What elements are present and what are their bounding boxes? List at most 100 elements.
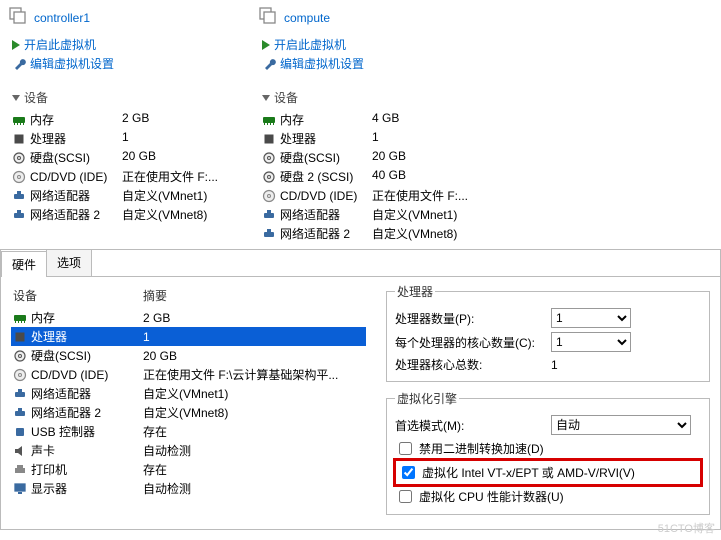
device-label: 网络适配器 2 xyxy=(30,206,100,223)
device-row: 硬盘(SCSI) 20 GB xyxy=(8,148,242,167)
device-label: 内存 xyxy=(30,111,54,128)
device-row: 处理器 1 xyxy=(258,129,492,148)
i-net-icon xyxy=(13,406,27,420)
i-cd-icon xyxy=(13,368,27,382)
power-on-label: 开启此虚拟机 xyxy=(274,36,346,53)
edit-settings-link[interactable]: 编辑虚拟机设置 xyxy=(262,54,492,73)
hw-label: 硬盘(SCSI) xyxy=(31,347,91,364)
device-label: 硬盘(SCSI) xyxy=(280,149,340,166)
hw-row[interactable]: 内存 2 GB xyxy=(11,308,366,327)
play-icon xyxy=(12,40,20,50)
hw-label: 处理器 xyxy=(31,328,67,345)
pref-mode-select[interactable]: 自动 xyxy=(551,415,691,435)
disable-binary-label: 禁用二进制转换加速(D) xyxy=(419,440,544,457)
hw-value: 自动检测 xyxy=(143,480,364,497)
hw-value: 自动检测 xyxy=(143,442,364,459)
total-value: 1 xyxy=(551,358,591,372)
virtualize-vt-label: 虚拟化 Intel VT-x/EPT 或 AMD-V/RVI(V) xyxy=(422,464,635,481)
i-wrench-icon xyxy=(262,57,276,71)
device-section-header[interactable]: 设备 xyxy=(12,89,242,106)
device-row: 网络适配器 自定义(VMnet1) xyxy=(258,205,492,224)
hw-row[interactable]: 处理器 1 xyxy=(11,327,366,346)
vm-stack-icon xyxy=(258,6,278,29)
hw-label: 显示器 xyxy=(31,480,67,497)
edit-settings-link[interactable]: 编辑虚拟机设置 xyxy=(12,54,242,73)
play-icon xyxy=(262,40,270,50)
tab-hardware[interactable]: 硬件 xyxy=(1,251,47,277)
hw-row[interactable]: 网络适配器 自定义(VMnet1) xyxy=(11,384,366,403)
hw-row[interactable]: 硬盘(SCSI) 20 GB xyxy=(11,346,366,365)
device-row: 硬盘(SCSI) 20 GB xyxy=(258,148,492,167)
tab-options[interactable]: 选项 xyxy=(46,250,92,276)
virt-legend: 虚拟化引擎 xyxy=(395,390,459,407)
cpu-settings-pane: 处理器 处理器数量(P): 1 每个处理器的核心数量(C): 1 处理器核心总数… xyxy=(376,277,720,529)
device-label: 网络适配器 2 xyxy=(280,225,350,242)
i-net-icon xyxy=(12,189,26,203)
hw-label: 声卡 xyxy=(31,442,55,459)
hw-label: 网络适配器 xyxy=(31,385,91,402)
vm-card: controller1 开启此虚拟机 编辑虚拟机设置 设备 内存 2 GB 处理… xyxy=(0,4,250,243)
total-label: 处理器核心总数: xyxy=(395,356,545,373)
i-cpu-icon xyxy=(12,132,26,146)
device-value: 4 GB xyxy=(372,111,488,128)
hw-label: 网络适配器 2 xyxy=(31,404,101,421)
hw-row[interactable]: USB 控制器 存在 xyxy=(11,422,366,441)
hw-value: 自定义(VMnet8) xyxy=(143,404,364,421)
virt-engine-group: 虚拟化引擎 首选模式(M): 自动 禁用二进制转换加速(D) 虚拟化 Intel… xyxy=(386,390,710,515)
hw-row[interactable]: 显示器 自动检测 xyxy=(11,479,366,498)
device-value: 自定义(VMnet1) xyxy=(372,206,488,223)
virtualize-vt-checkbox[interactable] xyxy=(402,466,415,479)
cpu-counter-checkbox[interactable] xyxy=(399,490,412,503)
device-label: 硬盘(SCSI) xyxy=(30,149,90,166)
device-value: 2 GB xyxy=(122,111,238,128)
col-device: 设备 xyxy=(13,287,143,304)
hw-row[interactable]: CD/DVD (IDE) 正在使用文件 F:\云计算基础架构平... xyxy=(11,365,366,384)
i-cd-icon xyxy=(12,170,26,184)
device-section-header[interactable]: 设备 xyxy=(262,89,492,106)
device-label: 处理器 xyxy=(30,130,66,147)
i-net-icon xyxy=(262,208,276,222)
hw-row[interactable]: 声卡 自动检测 xyxy=(11,441,366,460)
edit-settings-label: 编辑虚拟机设置 xyxy=(280,55,364,72)
pref-mode-label: 首选模式(M): xyxy=(395,417,545,434)
vm-title[interactable]: compute xyxy=(258,4,492,35)
hw-row[interactable]: 网络适配器 2 自定义(VMnet8) xyxy=(11,403,366,422)
device-value: 自定义(VMnet8) xyxy=(372,225,488,242)
hw-row[interactable]: 打印机 存在 xyxy=(11,460,366,479)
i-net-icon xyxy=(13,387,27,401)
i-net-icon xyxy=(12,208,26,222)
device-label: 内存 xyxy=(280,111,304,128)
device-value: 正在使用文件 F:... xyxy=(122,168,238,185)
device-row: 网络适配器 自定义(VMnet1) xyxy=(8,186,242,205)
vm-stack-icon xyxy=(8,6,28,29)
i-cpu-icon xyxy=(262,132,276,146)
vm-name: compute xyxy=(284,11,330,25)
cores-select[interactable]: 1 xyxy=(551,332,631,352)
power-on-link[interactable]: 开启此虚拟机 xyxy=(262,35,492,54)
vm-settings-dialog: 硬件 选项 设备 摘要 内存 2 GB 处理器 1 硬盘(SCSI) 20 GB… xyxy=(0,249,721,530)
disable-binary-checkbox[interactable] xyxy=(399,442,412,455)
num-proc-select[interactable]: 1 xyxy=(551,308,631,328)
power-on-link[interactable]: 开启此虚拟机 xyxy=(12,35,242,54)
device-value: 自定义(VMnet1) xyxy=(122,187,238,204)
i-net-icon xyxy=(262,227,276,241)
vm-title[interactable]: controller1 xyxy=(8,4,242,35)
processor-legend: 处理器 xyxy=(395,283,435,300)
device-row: 处理器 1 xyxy=(8,129,242,148)
hw-value: 存在 xyxy=(143,461,364,478)
processor-group: 处理器 处理器数量(P): 1 每个处理器的核心数量(C): 1 处理器核心总数… xyxy=(386,283,710,382)
device-label: 网络适配器 xyxy=(280,206,340,223)
device-row: CD/DVD (IDE) 正在使用文件 F:... xyxy=(258,186,492,205)
hw-value: 20 GB xyxy=(143,349,364,363)
device-row: 内存 4 GB xyxy=(258,110,492,129)
device-value: 20 GB xyxy=(372,149,488,166)
i-memory-icon xyxy=(12,113,26,127)
cores-label: 每个处理器的核心数量(C): xyxy=(395,334,545,351)
i-monitor-icon xyxy=(13,482,27,496)
device-label: 网络适配器 xyxy=(30,187,90,204)
hw-label: 打印机 xyxy=(31,461,67,478)
edit-settings-label: 编辑虚拟机设置 xyxy=(30,55,114,72)
hw-label: 内存 xyxy=(31,309,55,326)
vm-name: controller1 xyxy=(34,11,90,25)
device-label: CD/DVD (IDE) xyxy=(280,189,357,203)
